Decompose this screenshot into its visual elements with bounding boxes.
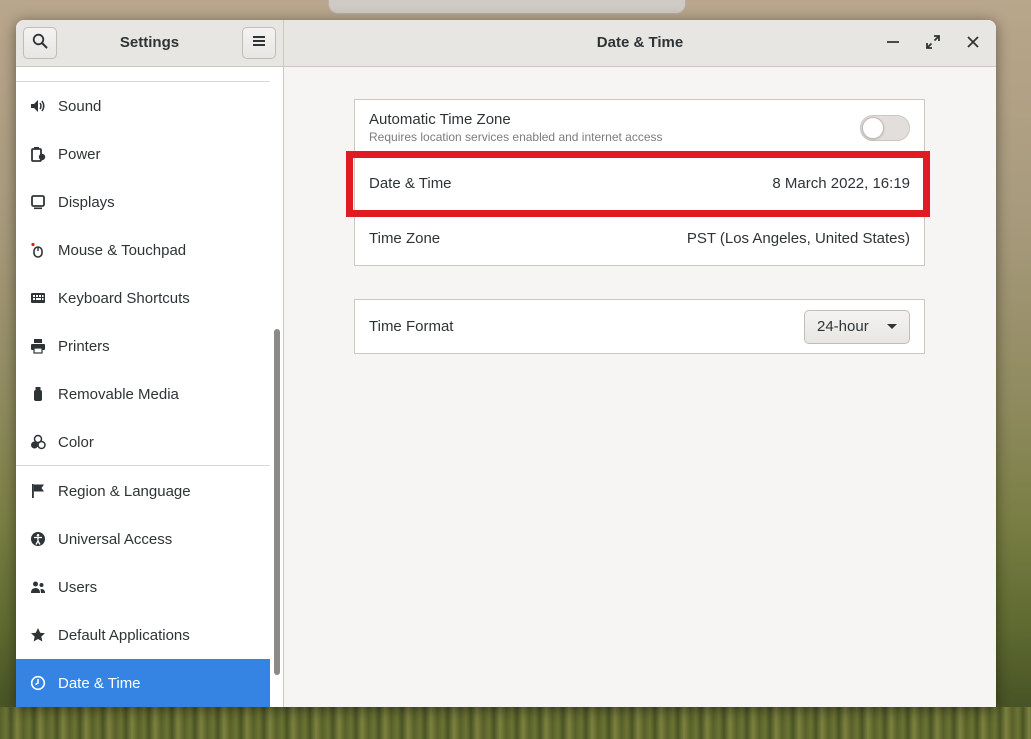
sidebar-item-label: Users bbox=[58, 578, 98, 596]
time-zone-row[interactable]: Time Zone PST (Los Angeles, United State… bbox=[355, 210, 924, 265]
date-time-label: Date & Time bbox=[369, 174, 452, 192]
color-circles-icon bbox=[30, 434, 46, 450]
clock-icon bbox=[30, 675, 46, 691]
header-bar: Settings Date & Time bbox=[16, 20, 996, 67]
automatic-time-zone-description: Requires location services enabled and i… bbox=[369, 130, 663, 144]
sidebar-item-label: Date & Time bbox=[58, 674, 141, 692]
sidebar-item-label: Universal Access bbox=[58, 530, 173, 548]
sidebar-item-power[interactable]: Power bbox=[16, 130, 270, 178]
close-button[interactable] bbox=[960, 31, 986, 57]
sidebar-item-date-time[interactable]: Date & Time bbox=[16, 659, 270, 707]
time-zone-label: Time Zone bbox=[369, 229, 441, 247]
desktop-background bbox=[0, 707, 1031, 739]
time-zone-value: PST (Los Angeles, United States) bbox=[686, 229, 910, 247]
sidebar-item-label: Power bbox=[58, 145, 101, 163]
menu-button[interactable] bbox=[242, 27, 276, 59]
sidebar-item-removable-media[interactable]: Removable Media bbox=[16, 370, 270, 418]
sidebar-item-users[interactable]: Users bbox=[16, 563, 270, 611]
time-format-card: Time Format 24-hour bbox=[354, 299, 925, 354]
monitor-icon bbox=[30, 194, 46, 210]
sidebar-item-label: Printers bbox=[58, 337, 110, 355]
automatic-time-zone-text: Automatic Time Zone Requires location se… bbox=[369, 111, 860, 144]
sidebar-item-label: Keyboard Shortcuts bbox=[58, 289, 190, 307]
speaker-icon bbox=[30, 98, 46, 114]
sidebar-item-color[interactable]: Color bbox=[16, 418, 270, 466]
sidebar-item-region-language[interactable]: Region & Language bbox=[16, 467, 270, 515]
close-icon bbox=[966, 35, 980, 54]
usb-icon bbox=[30, 386, 46, 402]
minimize-icon bbox=[886, 35, 900, 54]
time-format-row: Time Format 24-hour bbox=[355, 300, 924, 353]
hamburger-icon bbox=[252, 34, 266, 52]
sidebar-scrollbar[interactable] bbox=[274, 329, 280, 675]
time-format-dropdown[interactable]: 24-hour bbox=[804, 309, 910, 344]
search-icon bbox=[32, 33, 48, 54]
sidebar-item-label: Region & Language bbox=[58, 482, 191, 500]
date-time-value: 8 March 2022, 16:19 bbox=[772, 174, 910, 192]
time-format-label: Time Format bbox=[369, 318, 454, 335]
automatic-time-zone-label: Automatic Time Zone bbox=[369, 111, 511, 128]
switch-knob bbox=[862, 116, 884, 139]
automatic-time-zone-row[interactable]: Automatic Time Zone Requires location se… bbox=[355, 100, 924, 155]
sidebar-item-label: Displays bbox=[58, 193, 115, 211]
sidebar-item-sound[interactable]: Sound bbox=[16, 82, 270, 130]
sidebar-item-default-applications[interactable]: Default Applications bbox=[16, 611, 270, 659]
users-icon bbox=[30, 579, 46, 595]
background-search-field bbox=[328, 0, 686, 14]
star-icon bbox=[30, 627, 46, 643]
automatic-time-zone-switch[interactable] bbox=[860, 114, 910, 141]
date-time-panel: Automatic Time Zone Requires location se… bbox=[284, 67, 996, 707]
sidebar-item-keyboard-shortcuts[interactable]: Keyboard Shortcuts bbox=[16, 274, 270, 322]
sidebar-item-label: Default Applications bbox=[58, 626, 190, 644]
maximize-icon bbox=[926, 34, 940, 54]
sidebar-item-label: Mouse & Touchpad bbox=[58, 241, 187, 259]
printer-icon bbox=[30, 338, 46, 354]
sidebar-item-mouse-touchpad[interactable]: Mouse & Touchpad bbox=[16, 226, 270, 274]
settings-window: Settings Date & Time Sound Power Display… bbox=[16, 20, 996, 707]
search-button[interactable] bbox=[23, 27, 57, 59]
sidebar-item-universal-access[interactable]: Universal Access bbox=[16, 515, 270, 563]
sidebar-item-printers[interactable]: Printers bbox=[16, 322, 270, 370]
sidebar-item-label: Color bbox=[58, 433, 94, 451]
sidebar-item-displays[interactable]: Displays bbox=[16, 178, 270, 226]
sidebar-item-label: Sound bbox=[58, 97, 102, 115]
minimize-button[interactable] bbox=[880, 31, 906, 57]
maximize-button[interactable] bbox=[920, 31, 946, 57]
date-time-settings-card: Automatic Time Zone Requires location se… bbox=[354, 99, 925, 266]
flag-icon bbox=[30, 483, 46, 499]
battery-icon bbox=[30, 146, 46, 162]
date-time-row[interactable]: Date & Time 8 March 2022, 16:19 bbox=[355, 155, 924, 210]
accessibility-icon bbox=[30, 531, 46, 547]
chevron-down-icon bbox=[887, 324, 897, 329]
time-format-value: 24-hour bbox=[817, 318, 869, 335]
mouse-icon bbox=[30, 242, 46, 258]
sidebar: Sound Power Displays Mouse & Touchpad Ke bbox=[16, 67, 284, 707]
sidebar-title: Settings bbox=[119, 34, 180, 51]
keyboard-icon bbox=[30, 290, 46, 306]
sidebar-divider bbox=[16, 465, 270, 466]
sidebar-item-label: Removable Media bbox=[58, 385, 179, 403]
